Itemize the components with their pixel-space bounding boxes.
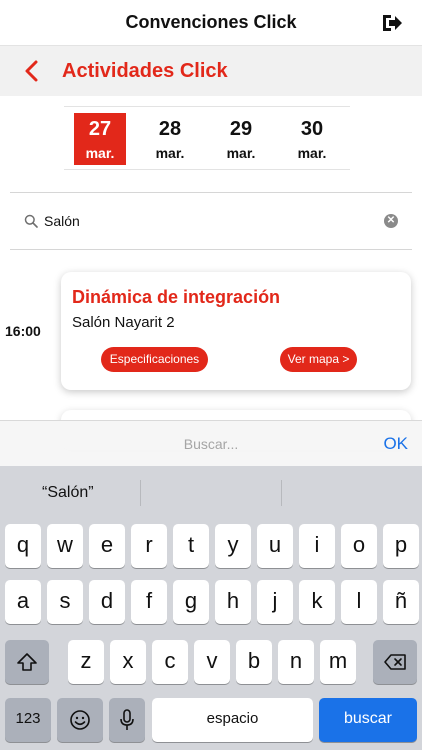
microphone-icon [120,709,134,730]
date-item-28[interactable]: 28 mar. [144,113,196,165]
logout-icon[interactable] [380,12,404,34]
key-v[interactable]: v [194,640,230,684]
chevron-left-icon[interactable] [22,59,42,83]
dictation-key[interactable] [109,698,145,742]
key-t[interactable]: t [173,524,209,568]
key-enye[interactable]: ñ [383,580,419,624]
key-b[interactable]: b [236,640,272,684]
key-j[interactable]: j [257,580,293,624]
ok-button[interactable]: OK [383,434,408,454]
section-header: Actividades Click [0,46,422,96]
clear-icon[interactable]: ✕ [384,214,398,228]
key-i[interactable]: i [299,524,335,568]
key-q[interactable]: q [5,524,41,568]
view-map-button[interactable]: Ver mapa > [280,347,357,372]
search-field[interactable]: Salón ✕ [10,192,412,250]
space-key[interactable]: espacio [152,698,313,742]
key-o[interactable]: o [341,524,377,568]
key-n[interactable]: n [278,640,314,684]
key-a[interactable]: a [5,580,41,624]
key-y[interactable]: y [215,524,251,568]
suggestion-divider [281,480,282,506]
key-d[interactable]: d [89,580,125,624]
keyboard-accessory-bar: Buscar... OK [0,420,422,466]
date-day: 30 [300,118,324,140]
date-month: mar. [155,145,185,161]
numbers-key[interactable]: 123 [5,698,51,742]
search-icon [24,214,38,228]
key-s[interactable]: s [47,580,83,624]
key-m[interactable]: m [320,640,356,684]
suggestion-divider [140,480,141,506]
activity-location: Salón Nayarit 2 [72,314,175,331]
key-x[interactable]: x [110,640,146,684]
key-k[interactable]: k [299,580,335,624]
date-day: 28 [158,118,182,140]
suggestion-bar: “Salón” [0,466,422,518]
date-item-27[interactable]: 27 mar. [74,113,126,165]
keyboard: “Salón” q w e r t y u i o p a s d f g h … [0,466,422,750]
date-day: 27 [88,118,112,140]
key-h[interactable]: h [215,580,251,624]
app-title: Convenciones Click [125,12,297,32]
suggestion-item[interactable]: “Salón” [42,484,94,502]
search-key[interactable]: buscar [319,698,417,742]
shift-icon [17,653,37,671]
key-p[interactable]: p [383,524,419,568]
activity-card[interactable]: Dinámica de integración Salón Nayarit 2 … [61,272,411,390]
key-g[interactable]: g [173,580,209,624]
backspace-icon [384,654,406,670]
key-c[interactable]: c [152,640,188,684]
date-month: mar. [297,145,327,161]
key-w[interactable]: w [47,524,83,568]
key-e[interactable]: e [89,524,125,568]
section-title: Actividades Click [62,60,228,82]
search-placeholder: Buscar... [183,436,239,452]
search-input[interactable]: Salón [44,213,80,229]
key-z[interactable]: z [68,640,104,684]
key-l[interactable]: l [341,580,377,624]
key-u[interactable]: u [257,524,293,568]
emoji-icon [70,710,90,730]
date-selector: 27 mar. 28 mar. 29 mar. 30 mar. [64,106,350,170]
shift-key[interactable] [5,640,49,684]
top-nav-bar: Convenciones Click [0,0,422,46]
emoji-key[interactable] [57,698,103,742]
date-month: mar. [226,145,256,161]
activity-time: 16:00 [5,323,41,339]
date-item-30[interactable]: 30 mar. [286,113,338,165]
delete-key[interactable] [373,640,417,684]
key-f[interactable]: f [131,580,167,624]
key-r[interactable]: r [131,524,167,568]
date-day: 29 [229,118,253,140]
activity-title: Dinámica de integración [72,287,281,307]
date-month: mar. [85,145,115,161]
date-item-29[interactable]: 29 mar. [215,113,267,165]
specifications-button[interactable]: Especificaciones [101,347,208,372]
